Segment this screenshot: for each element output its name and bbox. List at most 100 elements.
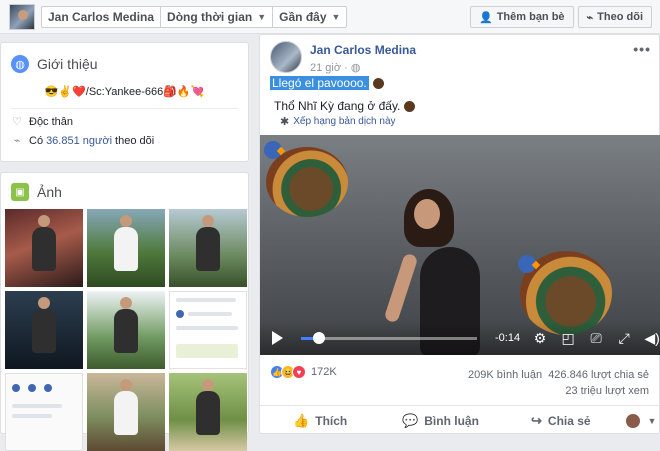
views-count: 23 triệu lượt xem — [565, 385, 649, 397]
gear-icon: ✱ — [280, 116, 290, 128]
photo-thumbnail[interactable] — [5, 291, 83, 369]
photos-header: ▣ Ảnh — [1, 173, 248, 201]
photo-thumbnail[interactable] — [5, 373, 83, 451]
person-figure — [32, 215, 56, 271]
photo-thumbnail[interactable] — [5, 209, 83, 287]
share-icon: ↪ — [531, 412, 542, 428]
heart-icon: ♡ — [12, 116, 22, 128]
post-text: Llegó el pavoooo. — [270, 76, 384, 90]
timeline-menu[interactable]: Dòng thời gian ▼ — [161, 6, 274, 27]
post-as-selector[interactable]: ▼ — [621, 413, 660, 428]
screenshot-avatar — [28, 384, 36, 392]
photo-icon: ▣ — [11, 183, 29, 201]
more-options-icon[interactable]: ••• — [633, 41, 651, 57]
turkey-sticker — [266, 147, 348, 217]
followers-row: ⌁ Có 36.851 người theo dõi — [1, 128, 248, 148]
photo-thumbnail[interactable] — [169, 373, 247, 451]
recent-label: Gần đây — [279, 9, 327, 24]
followers-prefix: Có — [29, 134, 44, 147]
like-button[interactable]: 👍 Thích — [260, 413, 380, 429]
avatar — [625, 413, 640, 428]
chevron-down-icon: ▼ — [331, 11, 341, 22]
photo-grid — [5, 209, 247, 451]
turkey-emoji-icon — [404, 101, 416, 113]
screenshot-line — [12, 404, 62, 408]
comment-label: Bình luận — [424, 413, 479, 428]
thumbs-up-icon: 👍 — [293, 412, 310, 428]
turkey-emoji-icon — [372, 78, 384, 90]
profile-name-link[interactable]: Jan Carlos Medina — [42, 6, 162, 27]
recent-menu[interactable]: Gần đây ▼ — [273, 7, 346, 27]
photos-title[interactable]: Ảnh — [37, 184, 62, 200]
intro-title: Giới thiệu — [37, 56, 98, 72]
video-time-remaining: -0:14 — [495, 332, 521, 344]
followers-count-link[interactable]: 36.851 người — [46, 135, 112, 147]
globe-icon: ◍ — [11, 55, 29, 73]
screenshot-line — [12, 414, 52, 418]
comments-count[interactable]: 209K bình luận — [468, 369, 542, 381]
person-figure — [114, 215, 138, 271]
cast-icon[interactable]: ⎚ — [588, 330, 604, 347]
followers-suffix: theo dõi — [115, 134, 155, 147]
post-card: Jan Carlos Medina 21 giờ · ◍ ••• Llegó e… — [259, 34, 660, 434]
screenshot-avatar — [44, 384, 52, 392]
fullscreen-icon[interactable]: ⤢ — [616, 330, 632, 347]
post-actions: 👍 Thích 💬 Bình luận ↪ Chia sẻ ▼ — [260, 405, 660, 435]
profile-top-bar: Jan Carlos Medina Dòng thời gian ▼ Gần đâ… — [0, 0, 660, 34]
add-friend-button[interactable]: 👤 Thêm bạn bè — [470, 6, 574, 28]
chevron-down-icon: ▼ — [257, 11, 267, 22]
relationship-row: ♡ Độc thân — [1, 109, 248, 129]
author-avatar[interactable] — [270, 41, 302, 73]
photo-thumbnail[interactable] — [87, 373, 165, 451]
post-stats: 209K bình luận 426.846 lượt chia sẻ 23 t… — [468, 367, 649, 399]
timeline-label: Dòng thời gian — [167, 9, 253, 24]
play-icon[interactable] — [272, 331, 283, 345]
person-figure — [196, 215, 220, 271]
settings-gear-icon[interactable]: ⚙ — [532, 330, 548, 347]
post-meta: Jan Carlos Medina 21 giờ · ◍ — [310, 41, 416, 74]
comment-share-stats: 209K bình luận 426.846 lượt chia sẻ — [468, 367, 649, 383]
author-name-link[interactable]: Jan Carlos Medina — [310, 43, 416, 57]
share-label: Chia sẻ — [547, 413, 591, 428]
love-reaction-icon: ♥ — [292, 365, 306, 379]
screenshot-avatar — [176, 310, 184, 318]
comment-button[interactable]: 💬 Bình luận — [380, 413, 500, 429]
profile-avatar-small[interactable] — [9, 3, 35, 30]
video-player[interactable]: -0:14 ⚙ ◰ ⎚ ⤢ ◀) — [260, 135, 660, 355]
person-figure — [114, 379, 138, 435]
reactions-summary[interactable]: 👍 😆 ♥ 172K — [270, 365, 337, 379]
photo-thumbnail[interactable] — [169, 291, 247, 369]
photo-thumbnail[interactable] — [169, 209, 247, 287]
arm — [383, 252, 419, 324]
add-friend-label: Thêm bạn bè — [496, 11, 565, 23]
video-controls: -0:14 ⚙ ◰ ⎚ ⤢ ◀) — [260, 321, 660, 355]
picture-in-picture-icon[interactable]: ◰ — [560, 330, 576, 347]
photo-thumbnail[interactable] — [87, 291, 165, 369]
like-label: Thích — [315, 413, 348, 428]
translation-message: Thổ Nhĩ Kỳ đang ở đấy. — [274, 99, 401, 113]
video-progress-bar[interactable] — [301, 331, 477, 344]
share-button[interactable]: ↪ Chia sẻ — [501, 413, 621, 429]
person-figure — [196, 379, 220, 435]
person-figure — [114, 297, 138, 353]
profile-actions: 👤 Thêm bạn bè ⌁ Theo dõi — [470, 6, 652, 28]
intro-bio: 😎✌️❤️/Sc:Yankee-666🎒🔥💘 — [44, 86, 205, 98]
photos-card: ▣ Ảnh — [0, 172, 249, 451]
photo-thumbnail[interactable] — [87, 209, 165, 287]
person-figure — [32, 297, 56, 353]
follow-label: Theo dõi — [597, 11, 643, 23]
post-timestamp: 21 giờ · ◍ — [310, 62, 361, 74]
shares-count[interactable]: 426.846 lượt chia sẻ — [548, 369, 649, 381]
rate-translation[interactable]: ✱ Xếp hạng bản dịch này — [280, 115, 396, 128]
video-scrubber-handle[interactable] — [312, 331, 325, 344]
comment-icon: 💬 — [402, 412, 419, 428]
follow-button[interactable]: ⌁ Theo dõi — [577, 6, 652, 28]
post-header: Jan Carlos Medina 21 giờ · ◍ — [270, 41, 416, 74]
rss-icon: ⌁ — [13, 135, 21, 147]
intro-card: ◍ Giới thiệu 😎✌️❤️/Sc:Yankee-666🎒🔥💘 ♡ Độ… — [0, 42, 249, 162]
volume-icon[interactable]: ◀) — [644, 330, 660, 347]
profile-nav: Jan Carlos Medina Dòng thời gian ▼ Gần đâ… — [41, 5, 348, 28]
face — [414, 199, 440, 229]
rss-icon: ⌁ — [586, 11, 594, 24]
post-time[interactable]: 21 giờ — [310, 62, 341, 74]
